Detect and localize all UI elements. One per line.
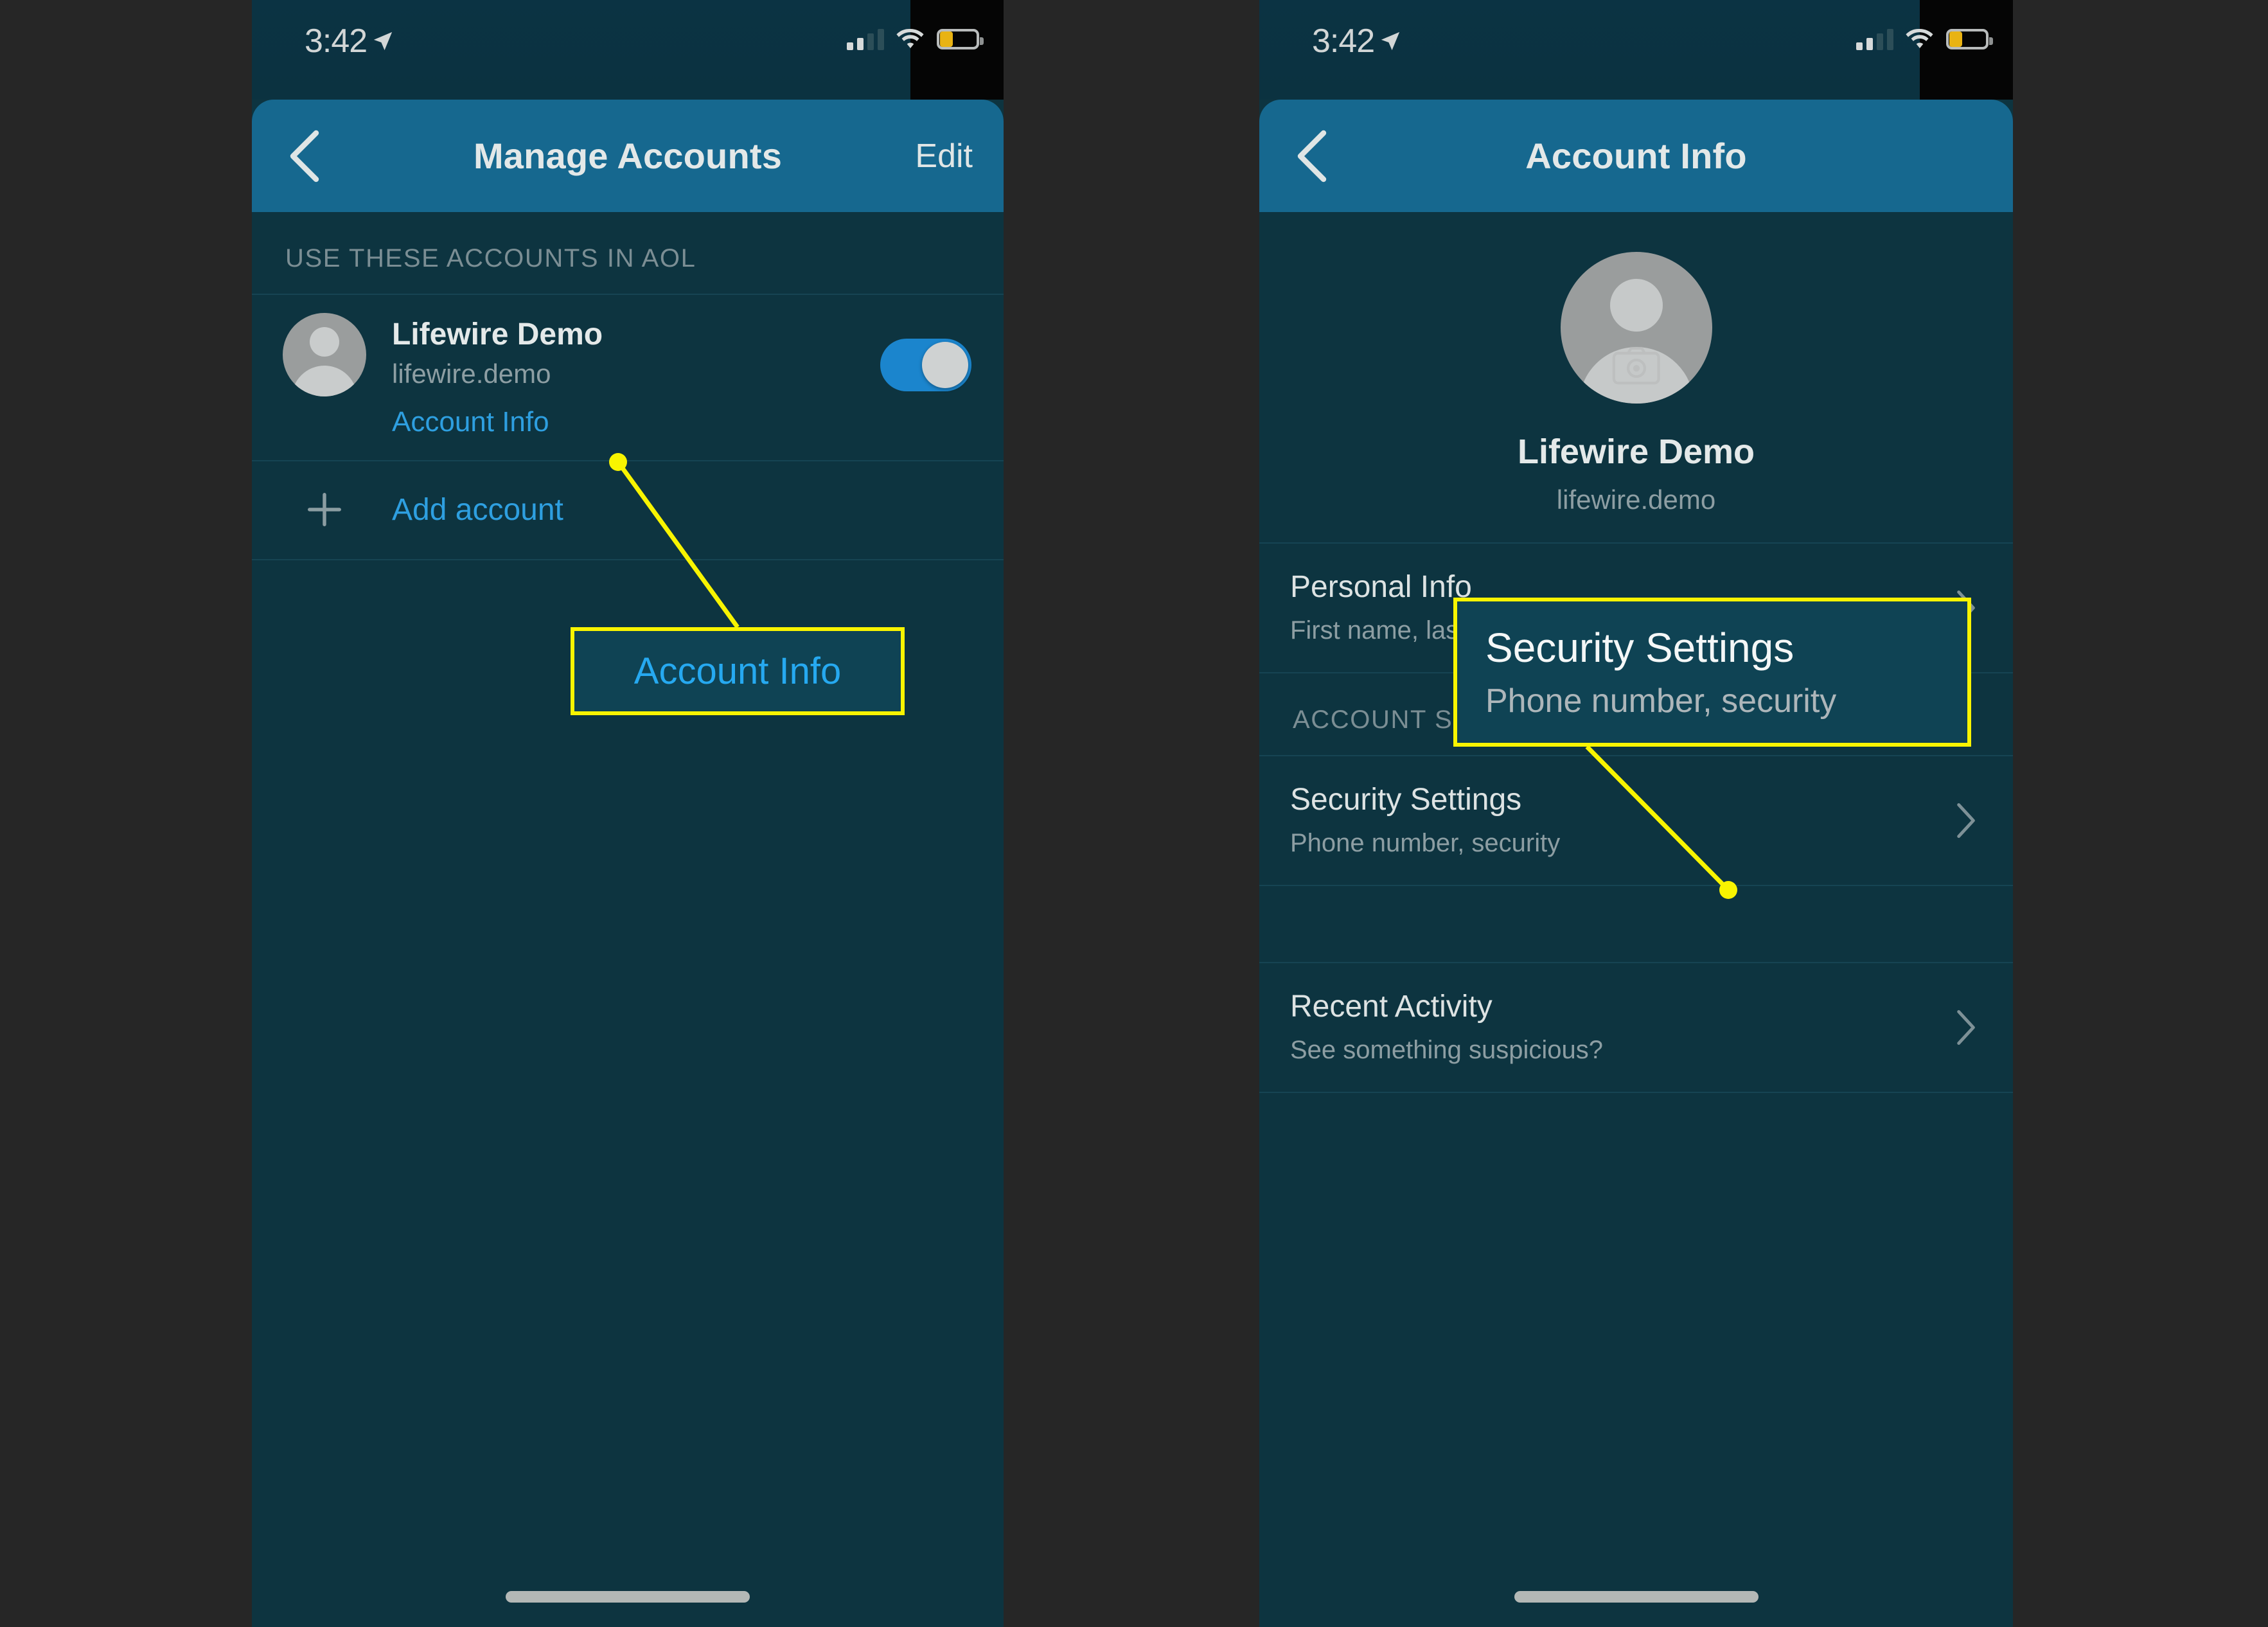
callout-subtitle: Phone number, security [1485, 682, 1837, 720]
callout-title: Security Settings [1485, 625, 1794, 671]
callout-account-info: Account Info [571, 627, 905, 715]
callout-text: Account Info [633, 650, 842, 692]
screenshot-stage: 3:42 Manage Accounts Edit USE THESE ACCO… [0, 0, 2268, 1627]
callout-security-settings: Security Settings Phone number, security [1453, 598, 1971, 747]
annotation-leader-lines [609, 453, 1737, 899]
